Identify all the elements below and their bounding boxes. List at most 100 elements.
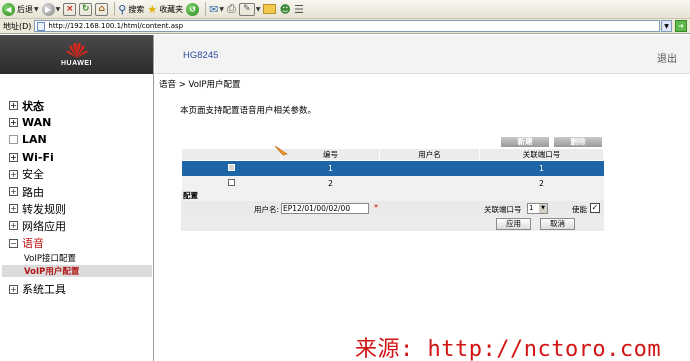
address-url: http://192.168.100.1/html/content.asp bbox=[48, 22, 184, 30]
print-button[interactable]: ⎙ bbox=[227, 1, 236, 17]
table-row[interactable]: 2 2 bbox=[181, 175, 604, 191]
nav-subitem-voip-user[interactable]: VoIP用户配置 bbox=[9, 265, 154, 278]
form-actions: 应用 取消 bbox=[181, 216, 604, 231]
nav-item-status[interactable]: + 状态 bbox=[9, 97, 154, 114]
bookmark-button[interactable]: ☰ bbox=[294, 1, 304, 17]
apply-button[interactable]: 应用 bbox=[496, 217, 531, 230]
breadcrumb: 语音 > VoIP用户配置 bbox=[159, 78, 241, 90]
toolbar-divider bbox=[205, 2, 207, 16]
favorites-button[interactable]: ★ 收藏夹 bbox=[147, 1, 183, 17]
address-input[interactable]: http://192.168.100.1/html/content.asp bbox=[34, 20, 660, 32]
mail-icon: ✉ bbox=[209, 2, 219, 16]
voip-user-table: 编号 用户名 关联端口号 1 1 2 2 bbox=[181, 148, 604, 191]
config-section-title: 配置 bbox=[181, 190, 604, 201]
sidebar: HUAWEI + 状态 + WAN LAN + Wi-Fi + 安全 + 路由 … bbox=[0, 35, 154, 361]
header-username: 用户名 bbox=[379, 148, 480, 161]
search-button[interactable]: ⚲ 搜索 bbox=[118, 1, 144, 17]
header-port: 关联端口号 bbox=[479, 148, 604, 161]
expand-icon: + bbox=[9, 284, 18, 294]
address-dropdown-button[interactable]: ▼ bbox=[661, 20, 672, 32]
leaf-icon bbox=[9, 135, 18, 145]
mail-button[interactable]: ✉ ▼ bbox=[209, 1, 224, 17]
row-port: 2 bbox=[479, 175, 604, 191]
watermark: 来源: http://nctoro.com bbox=[355, 337, 662, 361]
browser-toolbar: ◀ 后退 ▼ ▶ ▼ × ↻ ⌂ ⚲ 搜索 ★ 收藏夹 ↺ ✉ ▼ ⎙ ✎ ▼ … bbox=[0, 0, 690, 19]
voip-user-panel: 新建 删除 编号 用户名 关联端口号 1 1 2 2 配置 用户名: EP12/… bbox=[181, 137, 604, 231]
expand-icon: + bbox=[9, 152, 18, 162]
row-select-cell bbox=[181, 175, 282, 191]
collapse-icon: − bbox=[9, 238, 18, 248]
breadcrumb-section: 语音 bbox=[159, 80, 177, 90]
nav-item-wifi[interactable]: + Wi-Fi bbox=[9, 149, 154, 166]
username-input[interactable]: EP12/01/00/02/00 bbox=[281, 202, 369, 214]
enable-checkbox[interactable]: ✓ bbox=[590, 202, 600, 213]
back-arrow-icon: ◀ bbox=[2, 2, 15, 16]
expand-icon: + bbox=[9, 204, 18, 214]
stop-icon: × bbox=[63, 2, 77, 16]
go-button[interactable]: ➜ bbox=[675, 20, 687, 32]
refresh-icon: ↻ bbox=[79, 2, 93, 16]
breadcrumb-separator: > bbox=[176, 80, 189, 90]
page-icon bbox=[37, 21, 46, 31]
row-port: 1 bbox=[479, 160, 604, 176]
port-select[interactable]: 1 ▼ bbox=[527, 202, 548, 214]
nav-item-forward-rules[interactable]: + 转发规则 bbox=[9, 200, 154, 217]
nav-menu: + 状态 + WAN LAN + Wi-Fi + 安全 + 路由 + 转发规则 … bbox=[2, 97, 154, 298]
breadcrumb-page: VoIP用户配置 bbox=[188, 80, 241, 90]
row-checkbox[interactable] bbox=[228, 178, 235, 186]
messenger-button[interactable]: ☻ bbox=[279, 1, 290, 17]
port-label: 关联端口号 bbox=[484, 204, 522, 214]
chevron-down-icon: ▼ bbox=[255, 5, 261, 13]
product-name: HG8245 bbox=[183, 50, 219, 61]
folder-icon bbox=[263, 4, 277, 14]
nav-item-security[interactable]: + 安全 bbox=[9, 166, 154, 183]
refresh-button[interactable]: ↻ bbox=[79, 1, 93, 17]
chevron-down-icon: ▼ bbox=[219, 5, 225, 13]
toolbar-divider bbox=[114, 2, 116, 16]
logout-link[interactable]: 退出 bbox=[657, 50, 677, 65]
forward-button[interactable]: ▶ ▼ bbox=[41, 1, 60, 17]
page-header: HG8245 退出 bbox=[155, 35, 690, 74]
page-description: 本页面支持配置语音用户相关参数。 bbox=[180, 106, 317, 116]
huawei-logo-icon bbox=[65, 43, 88, 58]
address-label: 地址(D) bbox=[3, 21, 32, 31]
row-checkbox[interactable] bbox=[228, 163, 235, 171]
expand-icon: + bbox=[9, 169, 18, 179]
nav-item-network-apps[interactable]: + 网络应用 bbox=[9, 217, 154, 234]
table-header-row: 编号 用户名 关联端口号 bbox=[181, 148, 604, 161]
pointer-cursor-icon bbox=[274, 145, 288, 156]
header-id: 编号 bbox=[281, 148, 380, 161]
row-username bbox=[379, 160, 480, 176]
edit-icon: ✎ bbox=[238, 2, 255, 16]
address-bar: 地址(D) http://192.168.100.1/html/content.… bbox=[0, 19, 690, 34]
home-button[interactable]: ⌂ bbox=[95, 1, 109, 17]
star-icon: ★ bbox=[147, 2, 158, 16]
chevron-down-icon: ▼ bbox=[34, 5, 39, 13]
table-row[interactable]: 1 1 bbox=[181, 160, 604, 176]
required-marker: * bbox=[374, 202, 378, 212]
search-icon: ⚲ bbox=[118, 2, 127, 16]
row-select-cell bbox=[181, 160, 282, 176]
expand-icon: + bbox=[9, 187, 18, 197]
config-form: 用户名: EP12/01/00/02/00 * 关联端口号 1 ▼ 使能 ✓ bbox=[181, 200, 604, 217]
new-button[interactable]: 新建 bbox=[501, 137, 549, 147]
delete-button[interactable]: 删除 bbox=[554, 137, 602, 147]
edit-button[interactable]: ✎ ▼ bbox=[238, 1, 261, 17]
history-icon: ↺ bbox=[186, 2, 200, 16]
header-select bbox=[181, 148, 282, 161]
nav-item-wan[interactable]: + WAN bbox=[9, 114, 154, 131]
cancel-button[interactable]: 取消 bbox=[540, 217, 575, 230]
messenger-icon: ☻ bbox=[279, 2, 291, 16]
nav-item-route[interactable]: + 路由 bbox=[9, 183, 154, 200]
expand-icon: + bbox=[9, 221, 18, 231]
nav-subitem-voip-interface[interactable]: VoIP接口配置 bbox=[9, 252, 154, 265]
nav-item-system-tools[interactable]: + 系统工具 bbox=[9, 281, 154, 298]
enable-label: 使能 bbox=[572, 204, 587, 214]
folder-button[interactable] bbox=[263, 1, 277, 17]
stop-button[interactable]: × bbox=[63, 1, 77, 17]
back-button[interactable]: ◀ 后退 ▼ bbox=[2, 1, 39, 17]
nav-item-lan[interactable]: LAN bbox=[9, 131, 154, 148]
nav-item-voice[interactable]: − 语音 bbox=[9, 235, 154, 252]
history-button[interactable]: ↺ bbox=[186, 1, 200, 17]
row-username bbox=[379, 175, 480, 191]
